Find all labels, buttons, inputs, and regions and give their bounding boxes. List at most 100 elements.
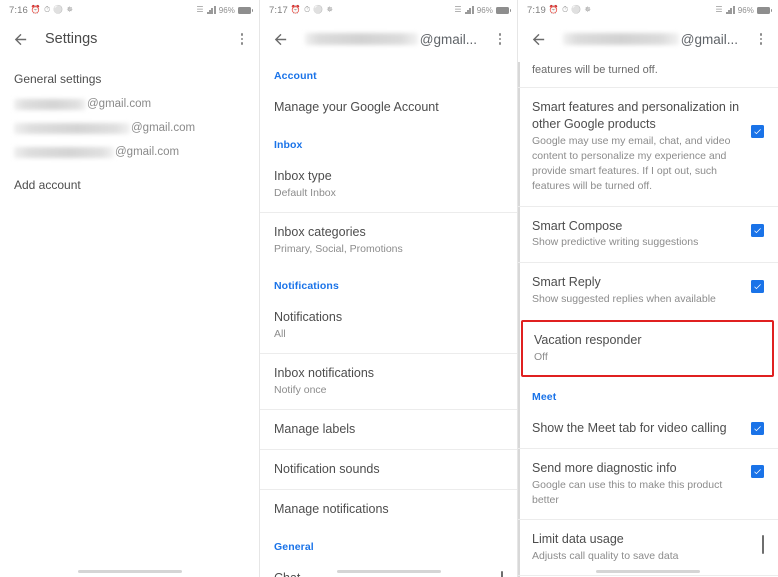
row-title: Manage notifications <box>274 502 389 516</box>
account-domain: @gmail... <box>680 31 738 47</box>
battery-icon <box>238 6 253 14</box>
account-title: @gmail... <box>563 32 738 47</box>
account-item[interactable]: @gmail.com <box>0 110 259 134</box>
bluetooth-icon: ✵ <box>584 5 592 14</box>
row-show-meet-tab[interactable]: Show the Meet tab for video calling <box>518 409 778 448</box>
row-title: Smart features and personalization in ot… <box>532 99 740 131</box>
row-notifications[interactable]: Notifications All <box>260 298 517 353</box>
smart-compose-checkbox[interactable] <box>751 223 764 237</box>
row-send-diagnostic-info[interactable]: Send more diagnostic info Google can use… <box>518 449 778 519</box>
account-name-redacted <box>305 33 418 45</box>
section-header-meet: Meet <box>532 390 557 403</box>
row-title: Show the Meet tab for video calling <box>532 420 727 435</box>
dnd-icon: ⚪ <box>53 5 64 14</box>
checkbox-checked-icon <box>751 279 764 293</box>
row-subtitle: Adjusts call quality to save data <box>532 549 679 562</box>
row-smart-reply[interactable]: Smart Reply Show suggested replies when … <box>518 263 778 318</box>
panel-2-content: Account Manage your Google Account Inbox… <box>260 58 517 577</box>
row-title: Smart Compose <box>532 218 623 233</box>
dnd-icon: ⚪ <box>571 5 582 14</box>
smart-reply-checkbox[interactable] <box>751 279 764 293</box>
gesture-nav-bar <box>336 570 441 573</box>
status-bar-1: 7:16 ⏰ ⏱ ⚪ ✵ ☰ 96% <box>0 0 259 20</box>
chat-checkbox[interactable] <box>501 570 503 577</box>
row-manage-labels[interactable]: Manage labels <box>260 410 517 449</box>
clock-icon: ⏱ <box>43 5 51 14</box>
row-title: Inbox type <box>274 168 332 183</box>
row-subtitle: Google can use this to make this product… <box>532 478 723 506</box>
bluetooth-icon: ✵ <box>326 5 334 14</box>
back-arrow-icon[interactable] <box>12 31 29 48</box>
gesture-nav-bar <box>77 570 182 573</box>
account-domain: @gmail... <box>419 31 477 47</box>
status-bar-left-1: 7:16 ⏰ ⏱ ⚪ ✵ <box>9 5 73 16</box>
wifi-icon: ☰ <box>715 5 723 14</box>
row-smart-features[interactable]: Smart features and personalization in ot… <box>518 88 778 206</box>
row-title: Manage labels <box>274 422 356 437</box>
checkbox-unchecked-icon <box>762 535 764 555</box>
row-partial-text-top: features will be turned off. <box>518 58 778 87</box>
account-domain: @gmail.com <box>131 122 196 134</box>
row-title: Vacation responder <box>534 332 642 347</box>
account-title: @gmail... <box>305 32 477 47</box>
meet-tab-checkbox[interactable] <box>751 421 764 435</box>
app-bar-3: @gmail... <box>518 20 778 58</box>
more-options-icon[interactable] <box>493 32 507 46</box>
row-vacation-responder-highlighted[interactable]: Vacation responder Off <box>521 319 774 377</box>
row-subtitle: Default Inbox <box>274 186 336 199</box>
row-inbox-type[interactable]: Inbox type Default Inbox <box>260 157 517 212</box>
smart-features-checkbox[interactable] <box>751 124 764 138</box>
status-bar-right-3: ☰ 96% <box>715 5 772 15</box>
account-name-redacted <box>14 146 114 158</box>
row-title: Send more diagnostic info <box>532 460 677 475</box>
gesture-nav-bar <box>596 570 700 573</box>
signal-icon <box>464 6 474 14</box>
checkbox-checked-icon <box>751 421 764 435</box>
alarm-icon: ⏰ <box>290 5 301 14</box>
account-item[interactable]: @gmail.com <box>0 134 259 158</box>
row-subtitle: Show predictive writing suggestions <box>532 236 699 249</box>
section-header-notifications: Notifications <box>274 280 339 293</box>
three-panel-screenshot-strip: 7:16 ⏰ ⏱ ⚪ ✵ ☰ 96% Settings General sett… <box>0 0 778 577</box>
add-account-button[interactable]: Add account <box>0 158 259 192</box>
account-item[interactable]: @gmail.com <box>0 86 259 110</box>
battery-icon <box>496 6 511 14</box>
general-settings-label[interactable]: General settings <box>0 58 259 86</box>
row-title: Inbox notifications <box>274 366 375 381</box>
limit-data-usage-checkbox[interactable] <box>762 535 764 555</box>
panel-account-settings: 7:17 ⏰ ⏱ ⚪ ✵ ☰ 96% @gmail... Account Man… <box>259 0 517 577</box>
back-arrow-icon[interactable] <box>272 31 289 48</box>
row-subtitle: Off <box>534 350 548 363</box>
status-time: 7:17 <box>269 4 288 16</box>
checkbox-unchecked-icon <box>501 570 503 577</box>
row-notification-sounds[interactable]: Notification sounds <box>260 450 517 489</box>
row-limit-data-usage[interactable]: Limit data usage Adjusts call quality to… <box>518 520 778 575</box>
row-manage-google-account[interactable]: Manage your Google Account <box>260 88 517 127</box>
back-arrow-icon[interactable] <box>530 31 547 48</box>
bluetooth-icon: ✵ <box>66 5 74 14</box>
battery-icon <box>757 6 772 14</box>
battery-percent: 96% <box>737 5 754 15</box>
signal-icon <box>725 6 735 14</box>
row-smart-compose[interactable]: Smart Compose Show predictive writing su… <box>518 207 778 262</box>
checkbox-checked-icon <box>751 124 764 138</box>
row-title: Notifications <box>274 310 343 325</box>
status-bar-3: 7:19 ⏰ ⏱ ⚪ ✵ ☰ 96% <box>518 0 778 20</box>
account-name-redacted <box>14 122 130 134</box>
status-bar-right-1: ☰ 96% <box>196 6 253 15</box>
status-bar-2: 7:17 ⏰ ⏱ ⚪ ✵ ☰ 96% <box>260 0 517 20</box>
row-inbox-notifications[interactable]: Inbox notifications Notify once <box>260 354 517 409</box>
row-title: Smart Reply <box>532 274 601 289</box>
diagnostic-info-checkbox[interactable] <box>751 464 764 478</box>
row-manage-notifications[interactable]: Manage notifications <box>260 490 517 529</box>
row-subtitle: Google may use my email, chat, and video… <box>532 134 731 193</box>
panel-1-content: General settings @gmail.com @gmail.com @… <box>0 58 259 192</box>
row-chat[interactable]: Chat Show the chat and spaces tabs <box>260 559 517 577</box>
app-bar-2: @gmail... <box>260 20 517 58</box>
status-time: 7:16 <box>9 4 28 16</box>
row-title: Inbox categories <box>274 224 366 239</box>
row-inbox-categories[interactable]: Inbox categories Primary, Social, Promot… <box>260 213 517 268</box>
row-title: Limit data usage <box>532 532 624 547</box>
more-options-icon[interactable] <box>754 32 768 46</box>
more-options-icon[interactable] <box>235 32 249 46</box>
